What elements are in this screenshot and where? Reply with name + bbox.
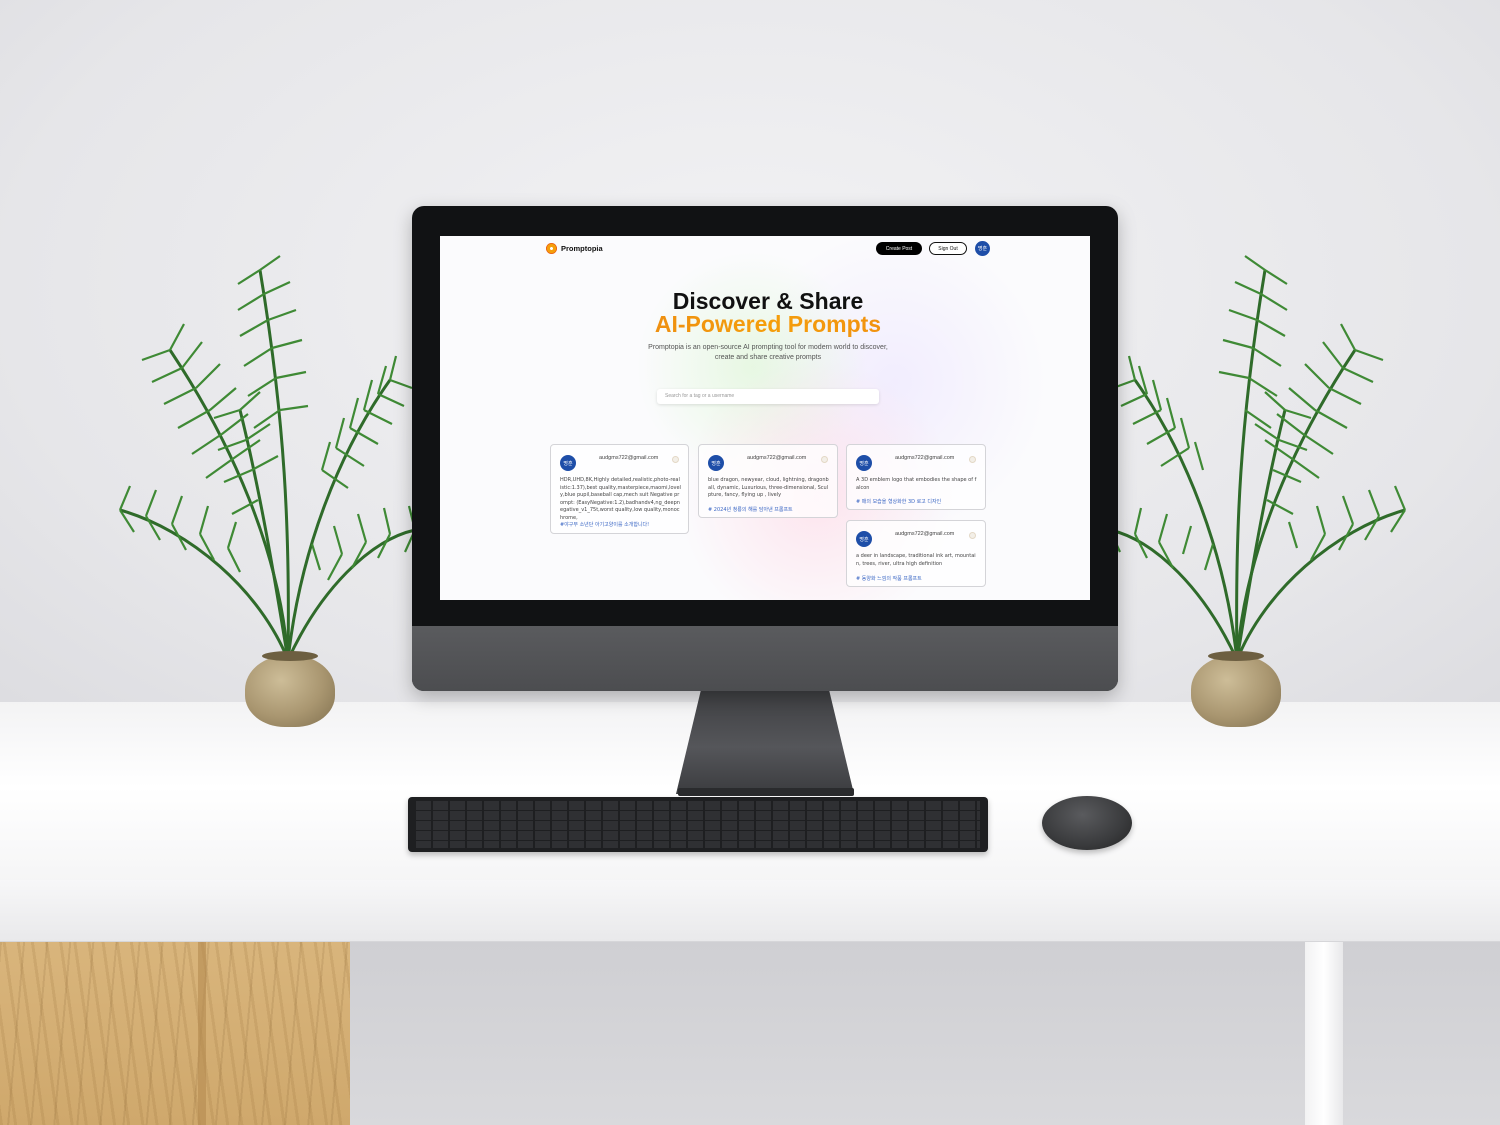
- prompt-card[interactable]: 명훈 audgms722@gmail.com a deer in landsca…: [846, 520, 986, 587]
- keyboard-rows: [416, 801, 980, 848]
- left-pot-rim: [262, 651, 318, 661]
- imac-stand: [676, 690, 854, 794]
- website-screen: Promptopia Create Post Sign Out 명훈 Disco…: [440, 236, 1090, 600]
- copy-icon[interactable]: [969, 532, 976, 539]
- desk-leg: [1305, 942, 1343, 1125]
- top-navbar: Promptopia Create Post Sign Out 명훈: [440, 236, 1090, 262]
- card-author-email: audgms722@gmail.com: [599, 455, 659, 461]
- create-post-button[interactable]: Create Post: [876, 242, 922, 255]
- right-pot: [1191, 655, 1281, 727]
- card-prompt-text: blue dragon, newyear, cloud, lightning, …: [708, 477, 829, 499]
- magic-mouse: [1042, 796, 1132, 850]
- search-input[interactable]: Search for a tag or a username: [657, 389, 879, 404]
- right-plant: [1108, 255, 1407, 661]
- profile-avatar[interactable]: 명훈: [975, 241, 990, 256]
- card-tag[interactable]: # 동양화 느낌의 작품 프롬프트: [856, 575, 922, 582]
- keyboard: [408, 797, 988, 852]
- prompt-card[interactable]: 명훈 audgms722@gmail.com HDR,UHD,8K,Highly…: [550, 444, 689, 534]
- right-pot-rim: [1208, 651, 1264, 661]
- plywood-seam: [198, 942, 206, 1125]
- brand-name: Promptopia: [561, 244, 603, 253]
- card-tag[interactable]: #야구부 소년단 아기고양이를 소개합니다!: [560, 521, 649, 528]
- card-avatar[interactable]: 명훈: [560, 455, 576, 471]
- prompt-card[interactable]: 명훈 audgms722@gmail.com A 3D emblem logo …: [846, 444, 986, 510]
- card-avatar[interactable]: 명훈: [856, 531, 872, 547]
- copy-icon[interactable]: [672, 456, 679, 463]
- card-prompt-text: a deer in landscape, traditional ink art…: [856, 553, 976, 567]
- desk-front-edge: [0, 880, 1500, 942]
- card-prompt-text: A 3D emblem logo that embodies the shape…: [856, 477, 977, 491]
- promptopia-logo-icon: [546, 243, 557, 254]
- mouse-apple-logo-icon: [1081, 808, 1095, 822]
- prompt-card[interactable]: 명훈 audgms722@gmail.com blue dragon, newy…: [698, 444, 838, 518]
- card-tag[interactable]: # 매의 모습을 형상화한 3D 로고 디자인: [856, 498, 941, 505]
- card-author-email: audgms722@gmail.com: [895, 455, 955, 461]
- hero-description: Promptopia is an open-source AI promptin…: [648, 344, 888, 361]
- apple-logo-icon: [748, 640, 782, 676]
- hero-title-highlight: AI-Powered Prompts: [440, 311, 1090, 338]
- sign-out-button[interactable]: Sign Out: [929, 242, 967, 255]
- copy-icon[interactable]: [821, 456, 828, 463]
- imac-stand-base: [678, 788, 854, 796]
- copy-icon[interactable]: [969, 456, 976, 463]
- card-avatar[interactable]: 명훈: [856, 455, 872, 471]
- card-author-email: audgms722@gmail.com: [747, 455, 807, 461]
- card-tag[interactable]: # 2024년 청룡의 해를 담아낸 프롬프트: [708, 506, 793, 513]
- card-prompt-text: HDR,UHD,8K,Highly detailed,realistic,pho…: [560, 477, 681, 521]
- card-avatar[interactable]: 명훈: [708, 455, 724, 471]
- left-plant: [118, 255, 417, 661]
- card-author-email: audgms722@gmail.com: [895, 531, 955, 537]
- left-pot: [245, 655, 335, 727]
- plywood-panel: [0, 942, 350, 1125]
- brand-logo[interactable]: Promptopia: [546, 243, 603, 254]
